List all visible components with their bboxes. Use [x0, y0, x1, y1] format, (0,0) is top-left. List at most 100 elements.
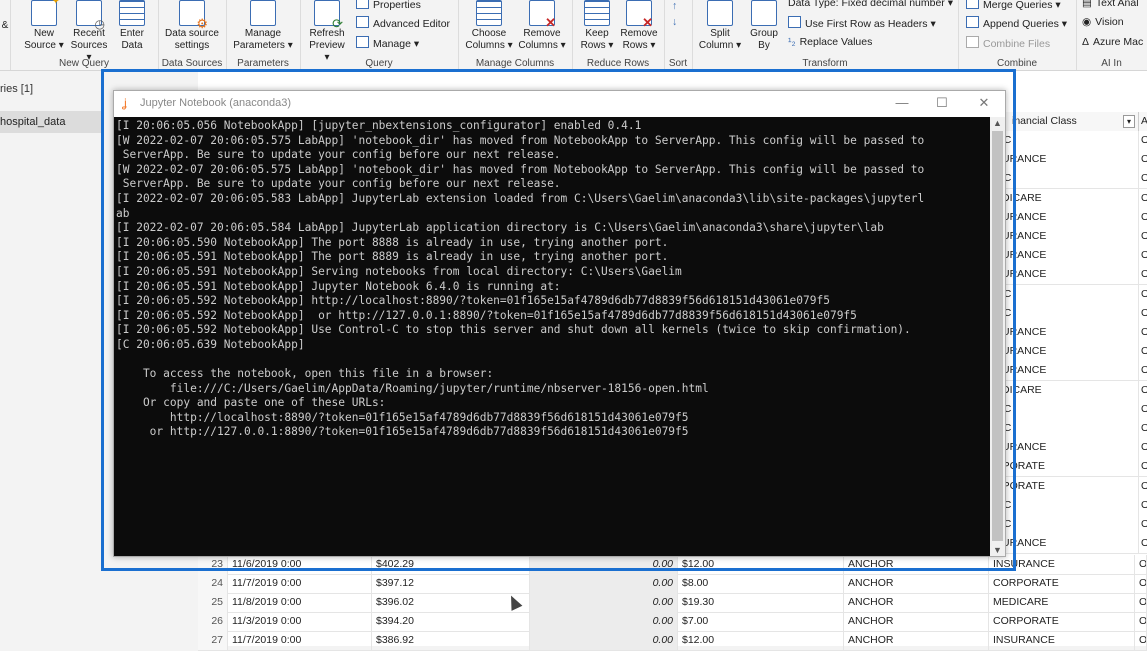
close-button[interactable]: ✕ — [969, 94, 999, 112]
maximize-button[interactable]: ☐ — [927, 94, 957, 112]
financial-class-cell[interactable]: RPORATE O — [990, 476, 1147, 497]
financial-class-cell[interactable]: SURANCE O — [990, 207, 1147, 228]
row-index[interactable]: 26 — [198, 612, 228, 631]
remove-rows-button[interactable]: Remove Rows ▾ — [618, 0, 660, 52]
amount-cell[interactable]: $396.02 — [372, 593, 530, 612]
financial-class-cell[interactable]: MCO — [990, 131, 1147, 151]
row-index[interactable]: 27 — [198, 631, 228, 650]
financial-class-cell[interactable]: CORPORATE — [989, 612, 1135, 631]
fee-cell[interactable]: $12.00 — [678, 631, 844, 650]
vision-button[interactable]: ◉ Vision — [1082, 16, 1124, 28]
next-column-cell[interactable]: O — [1138, 246, 1147, 266]
anchor-cell[interactable]: ANCHOR — [844, 555, 989, 574]
combine-files-button[interactable]: Combine Files — [966, 36, 1050, 50]
append-queries-button[interactable]: Append Queries ▾ — [966, 16, 1067, 30]
next-column-cell[interactable]: O — [1138, 207, 1147, 227]
amount-cell[interactable]: $394.20 — [372, 612, 530, 631]
next-column-cell[interactable]: O — [1138, 227, 1147, 246]
table-row[interactable]: 25 11/8/2019 0:00 $396.02 0.00 $19.30 ANCHOR M… — [198, 593, 1147, 613]
remove-columns-button[interactable]: Remove Columns ▾ — [516, 0, 568, 52]
column-header-next[interactable]: A — [1138, 112, 1147, 131]
next-column-cell[interactable]: O — [1138, 438, 1147, 458]
query-item-hospital-data[interactable]: hospital_data — [0, 111, 104, 133]
date-cell[interactable]: 11/6/2019 0:00 — [228, 555, 372, 574]
financial-class-cell[interactable]: MCO — [990, 515, 1147, 535]
scrollbar-thumb[interactable] — [992, 131, 1003, 541]
next-column-cell[interactable]: O — [1138, 150, 1147, 170]
zero-cell[interactable]: 0.00 — [530, 631, 678, 650]
next-column-cell[interactable]: O — [1138, 361, 1147, 381]
next-column-cell[interactable]: O — [1138, 515, 1147, 534]
column-header-financial-class[interactable]: inancial Class ▾ A — [990, 112, 1147, 132]
financial-class-cell[interactable]: MCO — [990, 284, 1147, 305]
split-column-button[interactable]: Split Column ▾ — [698, 0, 742, 52]
financial-class-cell[interactable]: SURANCE O — [990, 150, 1147, 171]
console-output[interactable]: [I 20:06:05.056 NotebookApp] [jupyter_nb… — [114, 117, 990, 556]
date-cell[interactable]: 11/7/2019 0:00 — [228, 574, 372, 593]
next-column-cell[interactable]: O — [1138, 419, 1147, 438]
replace-values-button[interactable]: ¹₂ Replace Values — [788, 36, 872, 48]
financial-class-cell[interactable]: SURANCE O — [990, 361, 1147, 382]
financial-class-cell[interactable]: INSURANCE — [989, 555, 1135, 574]
financial-class-cell[interactable]: EDICARE O — [990, 188, 1147, 209]
table-row[interactable]: 23 11/6/2019 0:00 $402.29 0.00 $12.00 ANCHOR I… — [198, 555, 1147, 575]
text-analytics-button[interactable]: ▤ Text Anal — [1082, 0, 1139, 9]
data-source-settings-button[interactable]: Data source settings — [160, 0, 224, 52]
zero-cell[interactable]: 0.00 — [530, 612, 678, 631]
table-row[interactable]: 26 11/3/2019 0:00 $394.20 0.00 $7.00 ANCHOR CO… — [198, 612, 1147, 632]
next-column-cell[interactable]: O — [1138, 457, 1147, 477]
financial-class-cell[interactable]: SURANCE O — [990, 246, 1147, 267]
anchor-cell[interactable]: ANCHOR — [844, 612, 989, 631]
next-column-cell[interactable]: O — [1138, 476, 1147, 496]
jupyter-console-window[interactable]: ʝ Jupyter Notebook (anaconda3) — ☐ ✕ [I … — [113, 90, 1006, 557]
row-index[interactable]: 23 — [198, 555, 228, 574]
refresh-preview-button[interactable]: Refresh Preview ▾ — [306, 0, 348, 64]
next-column-cell[interactable]: O — [1138, 399, 1147, 419]
new-source-button[interactable]: New Source ▾ — [24, 0, 64, 52]
table-row[interactable]: 27 11/7/2019 0:00 $386.92 0.00 $12.00 ANCHOR I… — [198, 631, 1147, 651]
financial-class-cell[interactable]: MEDICARE — [989, 593, 1135, 612]
amount-cell[interactable]: $386.92 — [372, 631, 530, 650]
choose-columns-button[interactable]: Choose Columns ▾ — [464, 0, 514, 52]
date-cell[interactable]: 11/7/2019 0:00 — [228, 631, 372, 650]
properties-button[interactable]: Properties — [356, 0, 421, 11]
manage-parameters-button[interactable]: Manage Parameters ▾ — [230, 0, 296, 52]
date-cell[interactable]: 11/3/2019 0:00 — [228, 612, 372, 631]
row-index[interactable]: 25 — [198, 593, 228, 612]
next-column-cell[interactable]: O — [1135, 631, 1147, 650]
next-column-cell[interactable]: O — [1138, 284, 1147, 304]
fee-cell[interactable]: $7.00 — [678, 612, 844, 631]
group-by-button[interactable]: Group By — [744, 0, 784, 52]
anchor-cell[interactable]: ANCHOR — [844, 593, 989, 612]
minimize-button[interactable]: — — [887, 94, 917, 112]
fee-cell[interactable]: $12.00 — [678, 555, 844, 574]
fee-cell[interactable]: $19.30 — [678, 593, 844, 612]
data-type-dropdown[interactable]: Data Type: Fixed decimal number ▾ — [788, 0, 953, 9]
keep-rows-button[interactable]: Keep Rows ▾ — [578, 0, 616, 52]
scroll-up-icon[interactable]: ▲ — [990, 117, 1005, 129]
window-titlebar[interactable]: ʝ Jupyter Notebook (anaconda3) — ☐ ✕ — [114, 91, 1005, 117]
fee-cell[interactable]: $8.00 — [678, 574, 844, 593]
next-column-cell[interactable]: O — [1135, 612, 1147, 631]
zero-cell[interactable]: 0.00 — [530, 593, 678, 612]
next-column-cell[interactable]: O — [1138, 534, 1147, 554]
date-cell[interactable]: 11/8/2019 0:00 — [228, 593, 372, 612]
vertical-scrollbar[interactable]: ▲ ▼ — [990, 117, 1005, 556]
next-column-cell[interactable]: O — [1138, 342, 1147, 362]
amount-cell[interactable]: $402.29 — [372, 555, 530, 574]
filter-dropdown-icon[interactable]: ▾ — [1123, 115, 1135, 128]
financial-class-cell[interactable]: SURANCE O — [990, 342, 1147, 363]
anchor-cell[interactable]: ANCHOR — [844, 574, 989, 593]
anchor-cell[interactable]: ANCHOR — [844, 631, 989, 650]
financial-class-cell[interactable]: MCO — [990, 303, 1147, 324]
row-index[interactable]: 24 — [198, 574, 228, 593]
next-column-cell[interactable]: O — [1138, 380, 1147, 400]
azure-ml-button[interactable]: Δ Azure Mac — [1082, 36, 1143, 48]
advanced-editor-button[interactable]: Advanced Editor — [356, 16, 450, 30]
financial-class-cell[interactable]: MCO — [990, 495, 1147, 516]
next-column-cell[interactable]: O — [1135, 555, 1147, 574]
financial-class-cell[interactable]: SURANCE O — [990, 438, 1147, 459]
use-first-row-headers-button[interactable]: Use First Row as Headers ▾ — [788, 16, 936, 30]
financial-class-cell[interactable]: MCO — [990, 399, 1147, 420]
zero-cell[interactable]: 0.00 — [530, 574, 678, 593]
